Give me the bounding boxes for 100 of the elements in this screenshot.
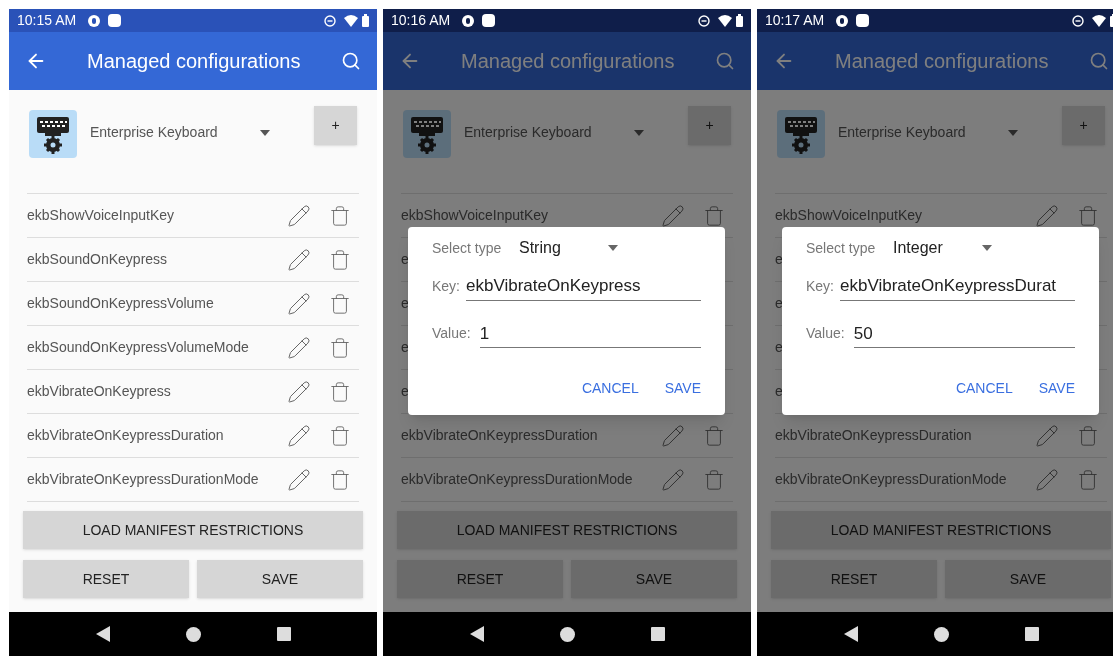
home-nav-icon[interactable] [185, 626, 201, 642]
search-icon[interactable] [1089, 51, 1109, 71]
app-bar-title: Managed configurations [87, 49, 302, 74]
app-bar-title: Managed configurations [461, 49, 676, 74]
caret-icon [260, 129, 270, 136]
config-key: e [401, 249, 409, 270]
save-button[interactable]: SAVE [945, 560, 1111, 598]
delete-icon[interactable] [1077, 468, 1099, 491]
config-key: ekbShowVoiceInputKey [401, 205, 549, 226]
edit-icon[interactable] [287, 423, 311, 448]
app-dropdown[interactable]: Enterprise Keyboard [838, 122, 1018, 143]
back-nav-icon[interactable] [95, 626, 110, 642]
value-field[interactable]: 50 [853, 320, 1075, 348]
config-key: e [775, 381, 783, 402]
key-field[interactable]: ekbVibrateOnKeypressDurat [840, 273, 1075, 301]
cancel-button[interactable]: CANCEL [955, 378, 1013, 399]
caret-icon [1008, 129, 1018, 136]
cancel-button[interactable]: CANCEL [581, 378, 639, 399]
config-key: e [401, 293, 409, 314]
key-field[interactable]: ekbVibrateOnKeypress [466, 273, 701, 301]
config-key: ekbSoundOnKeypressVolumeMode [27, 337, 249, 358]
battery-icon [736, 14, 743, 27]
edit-icon[interactable] [287, 203, 311, 228]
config-key: ekbVibrateOnKeypressDurationMode [401, 469, 633, 490]
config-key: ekbVibrateOnKeypressDuration [27, 425, 224, 446]
key-label: Key: [806, 276, 834, 296]
reset-button[interactable]: RESET [771, 560, 937, 598]
search-icon[interactable] [341, 51, 361, 71]
status-time: 10:16 AM [391, 11, 451, 30]
delete-icon[interactable] [329, 468, 351, 491]
load-manifest-button[interactable]: LOAD MANIFEST RESTRICTIONS [23, 511, 363, 549]
edit-icon[interactable] [287, 467, 311, 492]
app-notification-icon [108, 14, 122, 27]
delete-icon[interactable] [703, 204, 725, 227]
battery-icon [362, 14, 369, 27]
delete-icon[interactable] [329, 204, 351, 227]
load-manifest-button[interactable]: LOAD MANIFEST RESTRICTIONS [771, 511, 1111, 549]
app-dropdown[interactable]: Enterprise Keyboard [90, 122, 270, 143]
key-label: Key: [432, 276, 460, 296]
value-label: Value: [432, 324, 471, 343]
wifi-icon [344, 14, 358, 27]
keyboard-gear-icon [777, 110, 825, 158]
reset-button[interactable]: RESET [23, 560, 189, 598]
save-button[interactable]: SAVE [571, 560, 737, 598]
caret-icon [982, 245, 992, 251]
edit-icon[interactable] [1035, 203, 1059, 228]
config-key: ekbVibrateOnKeypress [27, 381, 171, 402]
back-nav-icon[interactable] [469, 626, 484, 642]
app-notification-icon [856, 14, 870, 27]
back-nav-icon[interactable] [843, 626, 858, 642]
config-key: ekbSoundOnKeypressVolume [27, 293, 214, 314]
delete-icon[interactable] [703, 468, 725, 491]
delete-icon[interactable] [329, 336, 351, 359]
config-key: ekbVibrateOnKeypressDuration [401, 425, 598, 446]
recents-nav-icon[interactable] [1024, 627, 1039, 641]
type-dropdown[interactable]: Select type String [432, 237, 618, 259]
dialog-save-button[interactable]: SAVE [1038, 378, 1075, 399]
home-nav-icon[interactable] [933, 626, 949, 642]
config-key: ekbVibrateOnKeypressDurationMode [775, 469, 1007, 490]
delete-icon[interactable] [1077, 424, 1099, 447]
value-label: Value: [806, 324, 845, 343]
home-nav-icon[interactable] [559, 626, 575, 642]
config-key: e [775, 337, 783, 358]
app-dropdown[interactable]: Enterprise Keyboard [464, 122, 644, 143]
edit-icon[interactable] [287, 379, 311, 404]
caret-icon [634, 129, 644, 136]
keyboard-gear-icon [29, 110, 77, 158]
delete-icon[interactable] [329, 248, 351, 271]
delete-icon[interactable] [329, 380, 351, 403]
app-bar-title: Managed configurations [835, 49, 1050, 74]
dialog-save-button[interactable]: SAVE [664, 378, 701, 399]
delete-icon[interactable] [329, 424, 351, 447]
reset-button[interactable]: RESET [397, 560, 563, 598]
caret-icon [608, 245, 618, 251]
status-time: 10:15 AM [17, 11, 77, 30]
save-button[interactable]: SAVE [197, 560, 363, 598]
add-button[interactable]: + [314, 106, 357, 145]
add-button[interactable]: + [688, 106, 731, 145]
config-key: ekbVibrateOnKeypressDurationMode [27, 469, 259, 490]
value-field[interactable]: 1 [479, 320, 701, 348]
delete-icon[interactable] [329, 292, 351, 315]
add-button[interactable]: + [1062, 106, 1105, 145]
edit-icon[interactable] [287, 291, 311, 316]
search-icon[interactable] [715, 51, 735, 71]
edit-icon[interactable] [287, 247, 311, 272]
recents-nav-icon[interactable] [276, 627, 291, 641]
config-key: e [401, 381, 409, 402]
delete-icon[interactable] [1077, 204, 1099, 227]
keyboard-gear-icon [403, 110, 451, 158]
config-key: ekbVibrateOnKeypressDuration [775, 425, 972, 446]
delete-icon[interactable] [703, 424, 725, 447]
config-key: ekbSoundOnKeypress [27, 249, 168, 270]
app-notification-icon [482, 14, 496, 27]
recents-nav-icon[interactable] [650, 627, 665, 641]
do-not-disturb-icon [324, 14, 336, 27]
load-manifest-button[interactable]: LOAD MANIFEST RESTRICTIONS [397, 511, 737, 549]
edit-icon[interactable] [287, 335, 311, 360]
config-key: e [401, 337, 409, 358]
type-dropdown[interactable]: Select type Integer [806, 237, 992, 259]
edit-icon[interactable] [661, 203, 685, 228]
